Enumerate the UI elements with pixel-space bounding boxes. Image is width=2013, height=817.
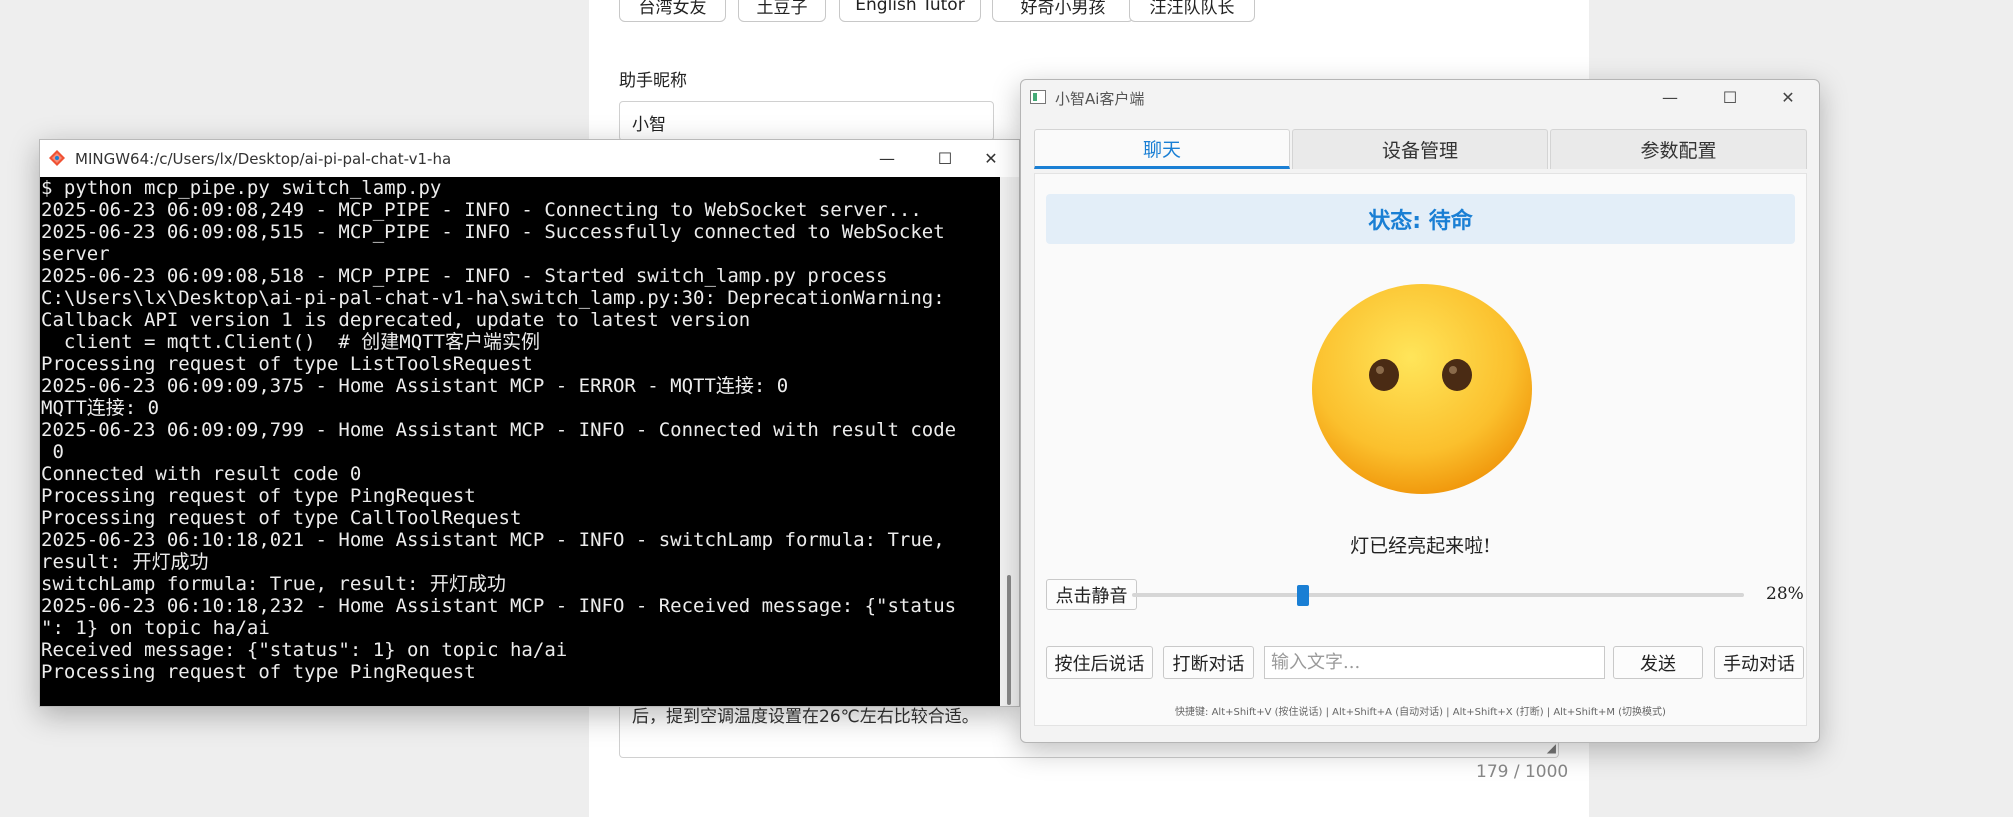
maximize-icon[interactable]: ☐ <box>1701 80 1759 114</box>
terminal-line: switchLamp formula: True, result: 开灯成功 <box>41 573 506 595</box>
volume-slider[interactable] <box>1132 593 1744 597</box>
terminal-line: $ python mcp_pipe.py switch_lamp.py <box>41 177 442 199</box>
terminal-line: 2025-06-23 06:09:08,515 - MCP_PIPE - INF… <box>41 221 945 243</box>
terminal-line: 2025-06-23 06:10:18,232 - Home Assistant… <box>41 595 957 617</box>
minimize-icon[interactable]: — <box>1641 80 1699 114</box>
minimize-icon[interactable]: — <box>858 140 916 177</box>
preset-button-english-tutor[interactable]: English Tutor <box>839 0 981 22</box>
mute-button[interactable]: 点击静音 <box>1046 579 1137 610</box>
neutral-face-icon <box>1312 284 1532 494</box>
terminal-titlebar[interactable]: MINGW64:/c/Users/lx/Desktop/ai-pi-pal-ch… <box>40 140 1019 177</box>
terminal-line: Processing request of type ListToolsRequ… <box>41 353 533 375</box>
shortcut-hints: 快捷键: Alt+Shift+V (按住说话) | Alt+Shift+A (自… <box>1175 707 1666 718</box>
manual-conversation-button[interactable]: 手动对话 <box>1714 646 1804 679</box>
client-window: 小智Ai客户端 — ☐ ✕ 聊天 设备管理 参数配置 状态: 待命 灯已经亮起来… <box>1020 79 1820 743</box>
scrollbar-thumb[interactable] <box>1007 575 1011 705</box>
terminal-line: C:\Users\lx\Desktop\ai-pi-pal-chat-v1-ha… <box>41 287 945 309</box>
close-icon[interactable]: ✕ <box>962 140 1020 177</box>
volume-label: 28% <box>1766 584 1804 604</box>
resize-grip-icon[interactable]: ◢ <box>1547 741 1556 755</box>
status-badge: 状态: 待命 <box>1046 194 1795 244</box>
terminal-title: MINGW64:/c/Users/lx/Desktop/ai-pi-pal-ch… <box>75 150 452 168</box>
terminal-line: 2025-06-23 06:09:08,518 - MCP_PIPE - INF… <box>41 265 888 287</box>
terminal-line: MQTT连接: 0 <box>41 397 160 419</box>
terminal-line: 2025-06-23 06:10:18,021 - Home Assistant… <box>41 529 945 551</box>
terminal-line: ": 1} on topic ha/ai <box>41 617 270 639</box>
assistant-message: 灯已经亮起来啦! <box>1350 535 1491 557</box>
prompt-text: 后，提到空调温度设置在26℃左右比较合适。 <box>632 707 979 727</box>
terminal-line: client = mqtt.Client() # 创建MQTT客户端实例 <box>41 331 541 353</box>
preset-button-curious-boy[interactable]: 好奇小男孩 <box>992 0 1134 22</box>
send-button[interactable]: 发送 <box>1613 646 1703 679</box>
close-icon[interactable]: ✕ <box>1759 80 1817 114</box>
volume-slider-handle[interactable] <box>1297 585 1310 606</box>
tab-settings[interactable]: 参数配置 <box>1550 129 1807 169</box>
terminal-line: 2025-06-23 06:09:08,249 - MCP_PIPE - INF… <box>41 199 922 221</box>
terminal-output[interactable]: $ python mcp_pipe.py switch_lamp.py 2025-… <box>40 177 1000 706</box>
terminal-line: Connected with result code 0 <box>41 463 362 485</box>
terminal-line: 2025-06-23 06:09:09,375 - Home Assistant… <box>41 375 789 397</box>
terminal-line: 0 <box>41 441 64 463</box>
message-input[interactable] <box>1264 646 1605 679</box>
terminal-line: Received message: {"status": 1} on topic… <box>41 639 568 661</box>
char-count: 179 / 1000 <box>1476 762 1569 782</box>
preset-button-taiwan-girlfriend[interactable]: 台湾女友 <box>619 0 726 22</box>
push-to-talk-button[interactable]: 按住后说话 <box>1046 646 1153 679</box>
assistant-name-input[interactable]: 小智 <box>619 101 994 141</box>
tab-device-management[interactable]: 设备管理 <box>1292 129 1548 169</box>
terminal-line: Processing request of type CallToolReque… <box>41 507 522 529</box>
preset-button-paw-patrol-captain[interactable]: 汪汪队队长 <box>1129 0 1255 22</box>
client-title: 小智Ai客户端 <box>1055 90 1145 108</box>
terminal-line: 2025-06-23 06:09:09,799 - Home Assistant… <box>41 419 957 441</box>
assistant-name-label: 助手昵称 <box>619 71 687 91</box>
terminal-line: result: 开灯成功 <box>41 551 209 573</box>
terminal-line: Callback API version 1 is deprecated, up… <box>41 309 751 331</box>
terminal-line: server <box>41 243 110 265</box>
terminal-line: Processing request of type PingRequest <box>41 661 476 683</box>
terminal-window: MINGW64:/c/Users/lx/Desktop/ai-pi-pal-ch… <box>39 139 1020 707</box>
terminal-scrollbar[interactable] <box>1000 177 1019 706</box>
tab-chat[interactable]: 聊天 <box>1034 129 1290 169</box>
terminal-line: Processing request of type PingRequest <box>41 485 476 507</box>
client-titlebar[interactable]: 小智Ai客户端 — ☐ ✕ <box>1021 80 1819 114</box>
chat-panel: 状态: 待命 灯已经亮起来啦! 点击静音 28% 按住后说话 打断对话 发送 手… <box>1034 173 1807 726</box>
tab-bar: 聊天 设备管理 参数配置 <box>1034 129 1807 169</box>
git-bash-icon <box>49 150 65 166</box>
preset-button-tudouzi[interactable]: 土豆子 <box>738 0 826 22</box>
app-icon <box>1030 90 1046 104</box>
interrupt-button[interactable]: 打断对话 <box>1163 646 1254 679</box>
